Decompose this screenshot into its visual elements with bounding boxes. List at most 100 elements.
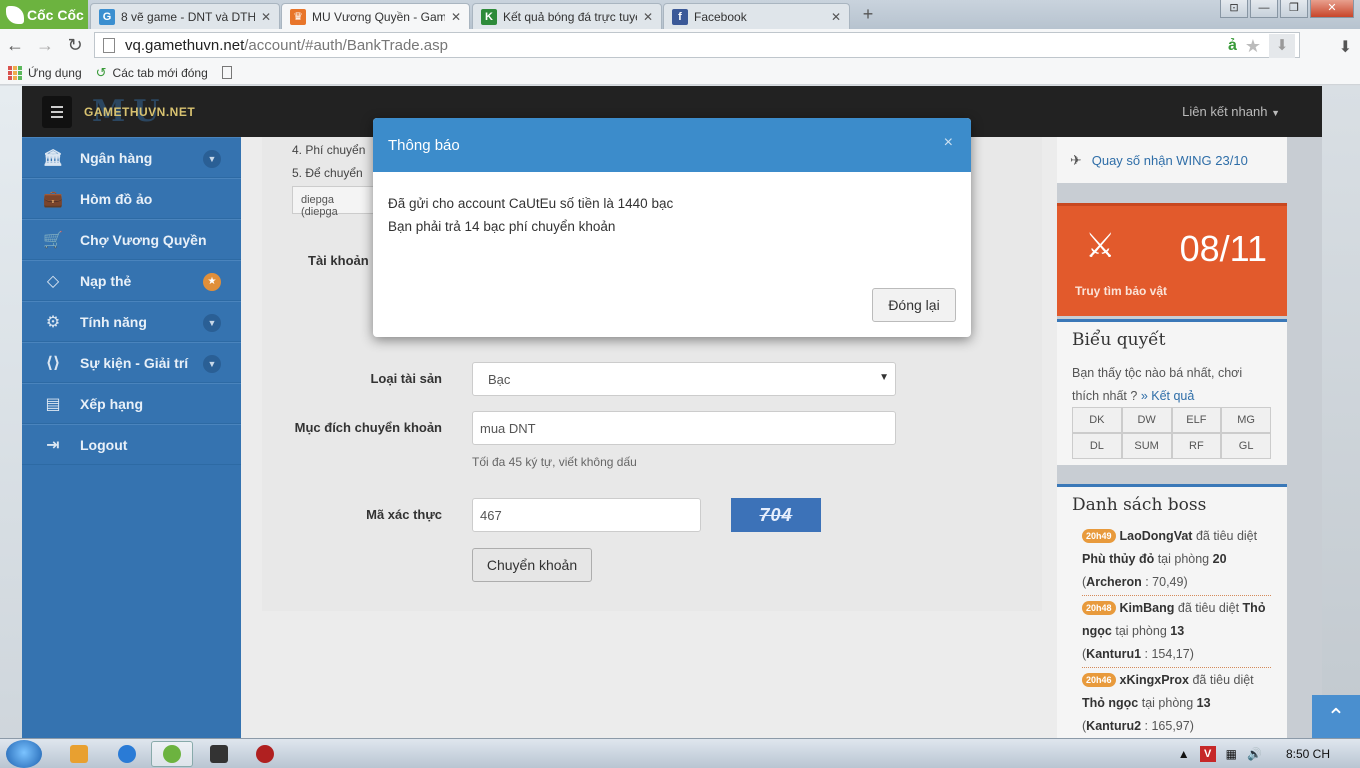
map-coords: 154,17 <box>1151 647 1190 661</box>
map-name: Kanturu1 <box>1086 647 1142 661</box>
poll-question: Bạn thấy tộc nào bá nhất, chơi thích nhấ… <box>1072 362 1272 408</box>
chevron-up-icon: ⌃ <box>1326 704 1346 729</box>
sidebar-item-label: Ngân hàng <box>80 149 153 166</box>
bookmark-recent-label: Các tab mới đóng <box>112 65 208 80</box>
browser-menu-icon[interactable]: ⬇ <box>1339 37 1352 57</box>
race-grid: DK DW ELF MG DL SUM RF GL <box>1072 407 1271 459</box>
tab-close-icon[interactable]: ✕ <box>261 10 271 24</box>
bookmarks-bar: Ứng dụng ↺ Các tab mới đóng <box>0 61 1360 85</box>
sidebar-item[interactable]: ▤ Xếp hạng <box>22 383 241 424</box>
sidebar-item[interactable]: ⟨⟩ Sự kiện - Giải trí ▼ <box>22 342 241 383</box>
room-text: tại phòng <box>1115 624 1167 638</box>
browser-tab[interactable]: f Facebook ✕ <box>663 3 850 29</box>
tab-title: Kết quả bóng đá trực tuyế <box>503 9 637 24</box>
sidebar-item[interactable]: 🛒 Chợ Vương Quyền <box>22 219 241 260</box>
quicklinks-dropdown[interactable]: Liên kết nhanh ▼ <box>1182 104 1280 119</box>
modal-header: Thông báo × <box>373 118 971 172</box>
bookmark-recent-tabs[interactable]: ↺ Các tab mới đóng <box>96 65 208 81</box>
asset-type-value: Bạc <box>488 371 511 387</box>
sidebar-item[interactable]: 🏛 Ngân hàng ▼ <box>22 137 241 178</box>
boss-title: Danh sách boss <box>1072 495 1207 515</box>
bookmark-star-icon[interactable]: ★ <box>1245 36 1261 57</box>
tab-close-icon[interactable]: ✕ <box>451 10 461 24</box>
purpose-value: mua DNT <box>480 420 536 436</box>
race-vote-button[interactable]: GL <box>1221 433 1271 459</box>
tab-favicon-icon: f <box>672 8 688 25</box>
race-vote-button[interactable]: DL <box>1072 433 1122 459</box>
unikey-icon[interactable]: V <box>1199 746 1216 762</box>
example-input[interactable]: diepga (diepga <box>292 186 382 218</box>
killed-text: đã tiêu diệt <box>1195 529 1258 543</box>
purpose-input[interactable]: mua DNT <box>472 411 896 445</box>
logout-icon: ⇥ <box>46 436 60 454</box>
poll-title: Biểu quyết <box>1072 330 1166 350</box>
transfer-button[interactable]: Chuyển khoản <box>472 548 592 582</box>
browser-tab[interactable]: ♛ MU Vương Quyền - Game ✕ <box>281 3 470 29</box>
race-vote-button[interactable]: MG <box>1221 407 1271 433</box>
minimize-button[interactable]: — <box>1250 0 1278 18</box>
bookmark-apps[interactable]: Ứng dụng <box>8 65 82 80</box>
tab-title: 8 vẽ game - DNT và DTH | <box>121 9 255 24</box>
code-icon: ⟨⟩ <box>45 354 61 372</box>
network-icon[interactable]: ▦ <box>1226 747 1237 761</box>
history-icon: ↺ <box>95 64 107 80</box>
download-icon[interactable]: ⬇ <box>1269 34 1295 58</box>
taskbar-game[interactable] <box>198 741 240 767</box>
coccoc-translate-icon[interactable]: ả <box>1228 37 1237 55</box>
note-fee: 4. Phí chuyển <box>292 143 366 157</box>
race-vote-button[interactable]: ELF <box>1171 407 1222 433</box>
race-vote-button[interactable]: RF <box>1171 433 1222 459</box>
site-logo[interactable]: MU GAMETHUVN.NET <box>84 94 202 129</box>
sidebar-item[interactable]: ⚙ Tính năng ▼ <box>22 301 241 342</box>
wing-lottery-link[interactable]: ✈ Quay số nhận WING 23/10 <box>1070 152 1248 169</box>
start-button[interactable] <box>6 740 42 768</box>
back-to-top-button[interactable]: ⌃ <box>1312 695 1360 738</box>
captcha-input-value: 467 <box>480 507 502 523</box>
asset-type-select[interactable]: Bạc ▼ <box>472 362 896 396</box>
room-number: 13 <box>1196 696 1211 710</box>
close-icon[interactable]: × <box>944 134 953 152</box>
poll-result-link[interactable]: » Kết quả <box>1141 389 1195 403</box>
url-input[interactable]: vq.gamethuvn.net/account/#auth/BankTrade… <box>94 32 1300 58</box>
bookmark-doc[interactable] <box>221 66 232 79</box>
sidebar-item[interactable]: ⇥ Logout <box>22 424 241 465</box>
maximize-button[interactable]: ❐ <box>1280 0 1308 18</box>
close-window-button[interactable]: ✕ <box>1310 0 1354 18</box>
taskbar-mu[interactable] <box>244 741 286 767</box>
quicklinks-label: Liên kết nhanh <box>1182 104 1268 119</box>
taskbar-coccoc[interactable] <box>151 741 193 767</box>
volume-icon[interactable]: 🔊 <box>1247 747 1262 761</box>
race-vote-button[interactable]: DK <box>1072 407 1122 433</box>
treasure-caption: Truy tìm bảo vật <box>1075 284 1168 298</box>
page-viewport: MU GAMETHUVN.NET Liên kết nhanh ▼ 🏛 Ngân … <box>0 86 1360 738</box>
taskbar-ie[interactable] <box>106 741 148 767</box>
race-vote-button[interactable]: SUM <box>1121 433 1172 459</box>
forward-icon[interactable]: → <box>30 35 60 56</box>
clock[interactable]: 8:50 CH <box>1286 747 1330 761</box>
sidebar-item-label: Tính năng <box>80 313 147 330</box>
tab-close-icon[interactable]: ✕ <box>831 10 841 24</box>
captcha-image-text: 704 <box>759 504 793 525</box>
menu-toggle-button[interactable] <box>42 96 72 128</box>
taskbar-media-player[interactable] <box>58 741 100 767</box>
race-vote-button[interactable]: DW <box>1121 407 1172 433</box>
captcha-input[interactable]: 467 <box>472 498 701 532</box>
profile-icon[interactable]: ⊡ <box>1220 0 1248 18</box>
note-transfer: 5. Để chuyển <box>292 166 363 180</box>
browser-brand[interactable]: Cốc Cốc <box>0 0 88 29</box>
close-modal-button[interactable]: Đóng lại <box>872 288 956 322</box>
logo-site-text: GAMETHUVN.NET <box>84 105 196 119</box>
system-tray: ▲ V ▦ 🔊 8:50 CH <box>1178 739 1360 768</box>
reload-icon[interactable]: ↻ <box>60 35 90 56</box>
browser-tab[interactable]: G 8 vẽ game - DNT và DTH | ✕ <box>90 3 280 29</box>
boss-list: 20h49 LaoDongVat đã tiêu diệt Phù thủy đỏ… <box>1082 525 1271 738</box>
browser-tab[interactable]: K Kết quả bóng đá trực tuyế ✕ <box>472 3 662 29</box>
sidebar-item[interactable]: ◇ Nạp thẻ ★ <box>22 260 241 301</box>
treasure-hunt-banner[interactable]: ⚔ 08/11 Truy tìm bảo vật <box>1057 203 1287 316</box>
tray-expand-icon[interactable]: ▲ <box>1178 747 1190 761</box>
new-tab-button[interactable]: + <box>858 5 878 23</box>
back-icon[interactable]: ← <box>0 35 30 56</box>
sidebar-item[interactable]: 💼 Hòm đồ ảo <box>22 178 241 219</box>
windows-taskbar: ▲ V ▦ 🔊 8:50 CH <box>0 738 1360 768</box>
tab-close-icon[interactable]: ✕ <box>643 10 653 24</box>
